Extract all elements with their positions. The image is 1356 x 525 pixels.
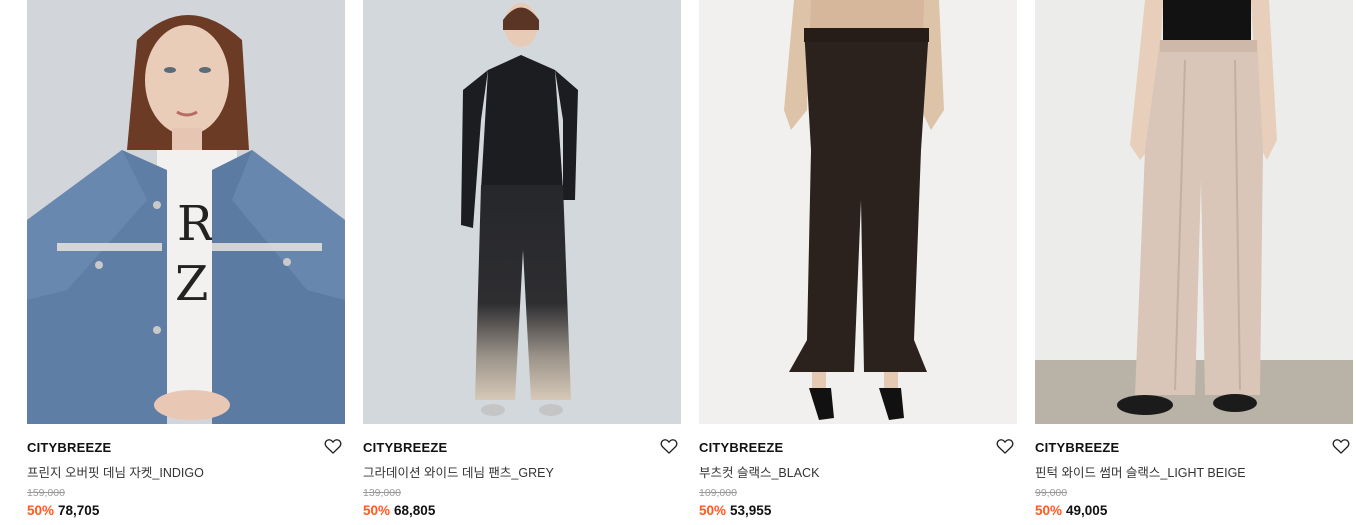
sale-price: 53,955 [730,503,772,518]
product-image[interactable] [699,0,1017,424]
price-row: 50% 68,805 [363,503,435,518]
wide-slacks-photo [1035,0,1353,424]
product-image[interactable] [1035,0,1353,424]
discount-rate: 50% [1035,503,1063,518]
product-name[interactable]: 프린지 오버핏 데님 자켓_INDIGO [27,462,204,481]
denim-jacket-photo: R Z [27,0,345,424]
heart-outline-icon[interactable] [1331,436,1351,456]
heart-outline-icon[interactable] [659,436,679,456]
original-price: 99,000 [1035,487,1068,499]
brand-name[interactable]: CITYBREEZE [699,440,783,455]
product-card[interactable]: R Z CITYBREEZE 프린지 오버핏 데님 자켓_INDIGO 159,… [27,0,345,525]
original-price: 109,000 [699,487,737,499]
discount-rate: 50% [363,503,391,518]
product-grid: R Z CITYBREEZE 프린지 오버핏 데님 자켓_INDIGO 159,… [0,0,1356,525]
brand-name[interactable]: CITYBREEZE [27,440,111,455]
original-price: 139,000 [363,487,401,499]
heart-outline-icon[interactable] [323,436,343,456]
brand-name[interactable]: CITYBREEZE [363,440,447,455]
brand-row: CITYBREEZE [699,436,1017,458]
price-row: 50% 53,955 [699,503,771,518]
product-name[interactable]: 부츠컷 슬랙스_BLACK [699,462,819,481]
price-row: 50% 49,005 [1035,503,1107,518]
product-card[interactable]: CITYBREEZE 부츠컷 슬랙스_BLACK 109,000 50% 53,9… [699,0,1017,525]
original-price: 159,000 [27,487,65,499]
product-card[interactable]: CITYBREEZE 핀턱 와이드 썸머 슬랙스_LIGHT BEIGE 99,… [1035,0,1353,525]
product-name[interactable]: 그라데이션 와이드 데님 팬츠_GREY [363,462,554,481]
product-card[interactable]: CITYBREEZE 그라데이션 와이드 데님 팬츠_GREY 139,000 … [363,0,681,525]
product-image[interactable] [363,0,681,424]
discount-rate: 50% [699,503,727,518]
sale-price: 49,005 [1066,503,1108,518]
price-row: 50% 78,705 [27,503,99,518]
brand-row: CITYBREEZE [363,436,681,458]
product-name[interactable]: 핀턱 와이드 썸머 슬랙스_LIGHT BEIGE [1035,462,1246,481]
brand-row: CITYBREEZE [1035,436,1353,458]
gradient-denim-pants-photo [363,0,681,424]
svg-text:R: R [177,196,215,252]
discount-rate: 50% [27,503,55,518]
sale-price: 78,705 [58,503,100,518]
heart-outline-icon[interactable] [995,436,1015,456]
bootcut-slacks-photo [699,0,1017,424]
sale-price: 68,805 [394,503,436,518]
brand-row: CITYBREEZE [27,436,345,458]
svg-text:Z: Z [175,256,208,312]
brand-name[interactable]: CITYBREEZE [1035,440,1119,455]
product-image[interactable]: R Z [27,0,345,424]
